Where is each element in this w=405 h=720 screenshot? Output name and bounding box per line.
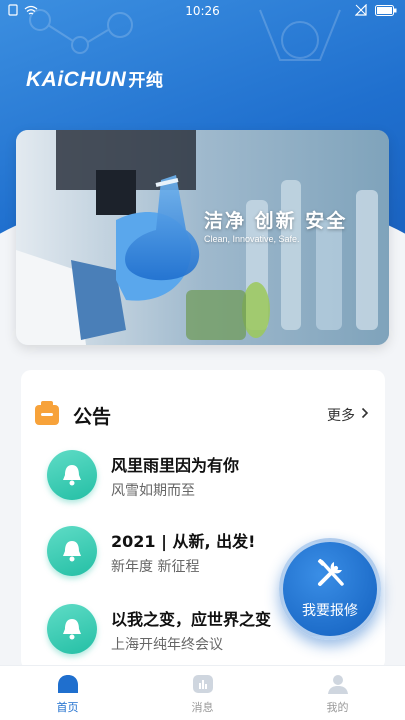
tab-home[interactable]: 首页 bbox=[0, 666, 135, 720]
status-bar: 10:26 bbox=[0, 0, 405, 24]
more-label: 更多 bbox=[327, 408, 355, 424]
tab-profile-label: 我的 bbox=[326, 701, 349, 714]
bottom-tab-bar: 首页 消息 我的 bbox=[0, 665, 405, 720]
logo-text-en: KAiCHUN bbox=[26, 68, 127, 91]
message-icon bbox=[192, 675, 213, 693]
repair-request-label: 我要报修 bbox=[302, 603, 358, 619]
announcement-item-subtitle: 新年度 新征程 bbox=[111, 559, 200, 575]
bell-icon bbox=[47, 450, 97, 500]
banner-title: 洁净 创新 安全 bbox=[204, 210, 348, 232]
announcement-icon bbox=[34, 400, 60, 426]
tools-icon bbox=[317, 558, 344, 586]
tab-profile[interactable]: 我的 bbox=[270, 666, 405, 720]
announcement-header: 公告 更多 bbox=[21, 370, 385, 454]
more-link[interactable]: 更多 bbox=[327, 405, 369, 425]
announcement-item-title: 以我之变，应世界之变 bbox=[111, 610, 272, 629]
banner-image[interactable]: 洁净 创新 安全 Clean, Innovative, Safe. bbox=[16, 130, 389, 345]
lab-scene-image bbox=[16, 130, 389, 345]
home-icon bbox=[57, 675, 78, 693]
announcement-title: 公告 bbox=[73, 406, 112, 428]
logo-text-cn: 开纯 bbox=[128, 71, 164, 90]
brand-logo: KAiCHUN 开纯 bbox=[26, 66, 163, 92]
bell-icon bbox=[47, 604, 97, 654]
bell-icon bbox=[47, 526, 97, 576]
chevron-right-icon bbox=[361, 407, 369, 423]
announcement-item-subtitle: 上海开纯年终会议 bbox=[111, 637, 223, 653]
no-signal-icon bbox=[354, 3, 367, 19]
banner-subtitle: Clean, Innovative, Safe. bbox=[204, 234, 300, 244]
tab-home-label: 首页 bbox=[56, 701, 79, 714]
profile-icon bbox=[327, 675, 348, 694]
announcement-item-title: 2021 | 从新, 出发! bbox=[111, 532, 256, 551]
announcement-item-title: 风里雨里因为有你 bbox=[111, 456, 240, 475]
repair-request-button[interactable]: 我要报修 bbox=[279, 538, 381, 640]
tab-messages-label: 消息 bbox=[191, 701, 214, 714]
tab-messages[interactable]: 消息 bbox=[135, 666, 270, 720]
clock: 10:26 bbox=[185, 4, 220, 18]
announcement-item[interactable]: 风里雨里因为有你 风雪如期而至 bbox=[47, 450, 377, 520]
battery-icon bbox=[375, 4, 397, 19]
announcement-item-subtitle: 风雪如期而至 bbox=[111, 483, 195, 499]
